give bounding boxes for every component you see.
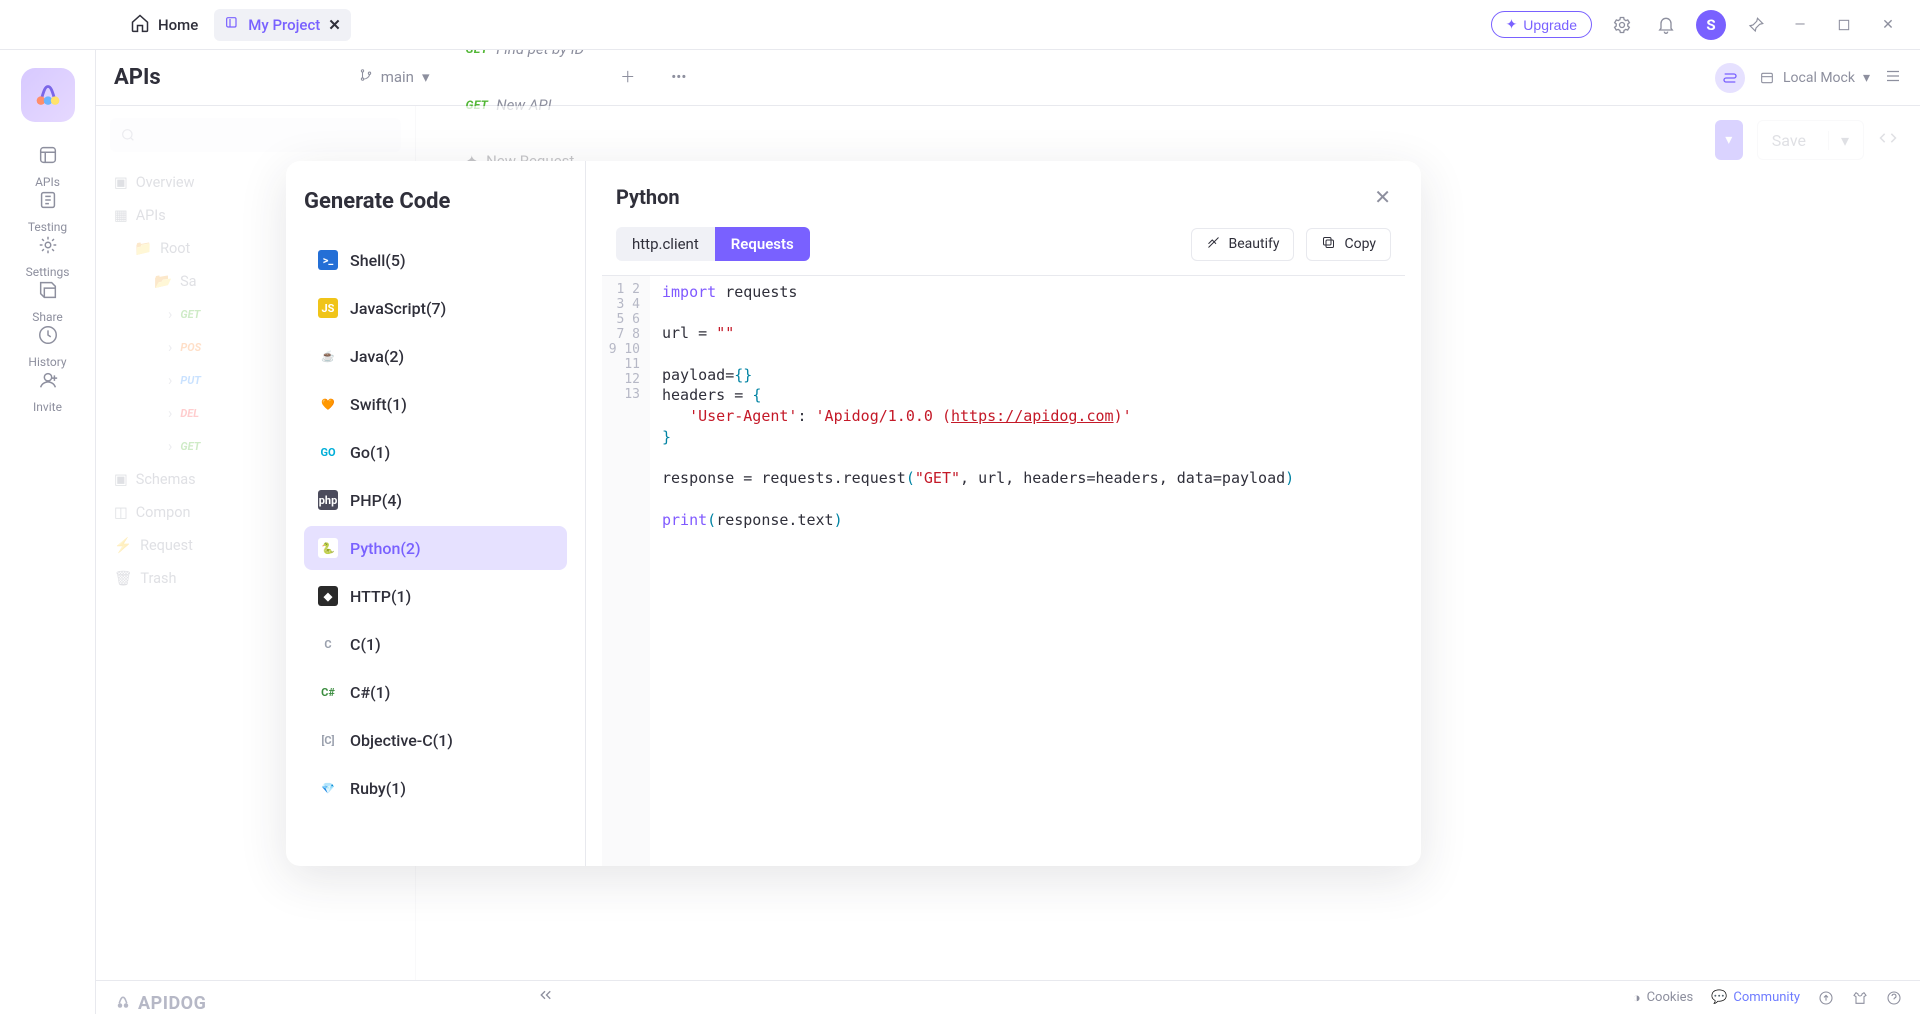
- community-link[interactable]: 💬 Community: [1711, 990, 1800, 1005]
- section-title: APIs: [114, 65, 161, 90]
- language-option[interactable]: CC(1): [304, 622, 567, 666]
- window-close-icon[interactable]: ✕: [1874, 11, 1902, 39]
- language-icon: ◆: [318, 586, 338, 606]
- language-option[interactable]: JSJavaScript(7): [304, 286, 567, 330]
- generate-code-modal: Generate Code >_Shell(5)JSJavaScript(7)☕…: [286, 161, 1421, 866]
- left-rail: APIsTestingSettingsShareHistoryInvite: [0, 50, 96, 1014]
- app-logo[interactable]: [21, 68, 75, 122]
- apis-icon: [37, 144, 59, 171]
- wand-icon: [1206, 235, 1221, 254]
- copy-icon: [1321, 235, 1336, 254]
- window-minimize-icon[interactable]: —: [1786, 11, 1814, 39]
- sparkle-icon: ✦: [1506, 16, 1518, 33]
- main-tabs: APIs main ▾ OverviewGETFind pet by IDGET…: [96, 50, 1920, 106]
- segment-option[interactable]: Requests: [715, 227, 810, 261]
- language-list-panel: Generate Code >_Shell(5)JSJavaScript(7)☕…: [286, 161, 586, 866]
- language-icon: JS: [318, 298, 338, 318]
- project-label: My Project: [248, 16, 320, 34]
- status-bar: APIDOG ◑ Cookies 💬 Community: [96, 980, 1920, 1014]
- modal-title: Generate Code: [304, 189, 567, 214]
- tab-more[interactable]: •••: [653, 50, 704, 106]
- upgrade-label: Upgrade: [1523, 17, 1577, 33]
- language-option[interactable]: phpPHP(4): [304, 478, 567, 522]
- home-icon: [130, 13, 150, 37]
- brand-watermark: APIDOG: [114, 993, 206, 1014]
- language-icon: ☕: [318, 346, 338, 366]
- project-icon: [224, 15, 240, 35]
- window-maximize-icon[interactable]: [1830, 11, 1858, 39]
- share-icon: [37, 279, 59, 306]
- language-icon: C#: [318, 682, 338, 702]
- home-label: Home: [158, 16, 198, 34]
- rail-item-testing[interactable]: Testing: [13, 189, 83, 234]
- language-icon: 🐍: [318, 538, 338, 558]
- cookies-link[interactable]: ◑ Cookies: [1633, 990, 1694, 1006]
- project-tab[interactable]: My Project ✕: [214, 9, 351, 41]
- language-icon: C: [318, 634, 338, 654]
- library-segment: http.clientRequests: [616, 227, 810, 261]
- user-avatar[interactable]: S: [1696, 10, 1726, 40]
- close-icon[interactable]: ✕: [328, 16, 341, 34]
- line-gutter: 1 2 3 4 5 6 7 8 9 10 11 12 13: [602, 276, 650, 866]
- rail-item-history[interactable]: History: [13, 324, 83, 369]
- tab-switcher[interactable]: [1715, 63, 1745, 93]
- language-option[interactable]: [C]Objective-C(1): [304, 718, 567, 762]
- main-panel: APIs main ▾ OverviewGETFind pet by IDGET…: [96, 50, 1920, 1014]
- code-body: import requests url = "" payload={} head…: [650, 276, 1405, 866]
- code-panel-title: Python: [616, 185, 680, 209]
- rail-item-share[interactable]: Share: [13, 279, 83, 324]
- settings-icon: [37, 234, 59, 261]
- copy-button[interactable]: Copy: [1306, 228, 1391, 261]
- testing-icon: [37, 189, 59, 216]
- language-icon: php: [318, 490, 338, 510]
- language-option[interactable]: 🐍Python(2): [304, 526, 567, 570]
- discord-icon: 💬: [1711, 990, 1727, 1005]
- help-icon[interactable]: [1886, 990, 1902, 1006]
- chevron-down-icon: ▾: [422, 68, 430, 86]
- code-editor[interactable]: 1 2 3 4 5 6 7 8 9 10 11 12 13 import req…: [602, 275, 1405, 866]
- rail-item-apis[interactable]: APIs: [13, 144, 83, 189]
- upgrade-button[interactable]: ✦ Upgrade: [1491, 11, 1592, 38]
- beautify-button[interactable]: Beautify: [1191, 228, 1295, 261]
- language-option[interactable]: GOGo(1): [304, 430, 567, 474]
- language-icon: [C]: [318, 730, 338, 750]
- tab-add[interactable]: ＋: [602, 50, 653, 106]
- language-option[interactable]: 💎Ruby(1): [304, 766, 567, 810]
- branch-selector[interactable]: main ▾: [341, 50, 448, 106]
- upload-icon[interactable]: [1818, 990, 1834, 1006]
- invite-icon: [37, 369, 59, 396]
- home-tab[interactable]: Home: [130, 13, 198, 37]
- main-content: ▣Overview▦APIs📁Root📂Sa›GET›POS›PUT›DEL›G…: [96, 106, 1920, 980]
- cookie-icon: ◑: [1633, 990, 1641, 1006]
- code-panel: Python ✕ http.clientRequests Beautify: [586, 161, 1421, 866]
- shirt-icon[interactable]: [1852, 990, 1868, 1006]
- collapse-sidebar-icon[interactable]: [536, 986, 554, 1008]
- rail-item-invite[interactable]: Invite: [13, 369, 83, 414]
- language-icon: 💎: [318, 778, 338, 798]
- bell-icon[interactable]: [1652, 11, 1680, 39]
- app-body: APIsTestingSettingsShareHistoryInvite AP…: [0, 50, 1920, 1014]
- pin-icon[interactable]: [1742, 11, 1770, 39]
- language-option[interactable]: ◆HTTP(1): [304, 574, 567, 618]
- menu-icon[interactable]: [1884, 67, 1902, 89]
- history-icon: [37, 324, 59, 351]
- title-bar: Home My Project ✕ ✦ Upgrade S — ✕: [0, 0, 1920, 50]
- language-option[interactable]: ☕Java(2): [304, 334, 567, 378]
- language-icon: >_: [318, 250, 338, 270]
- environment-selector[interactable]: Local Mock ▾: [1759, 70, 1870, 86]
- close-icon[interactable]: ✕: [1374, 185, 1391, 209]
- rail-item-settings[interactable]: Settings: [13, 234, 83, 279]
- language-icon: GO: [318, 442, 338, 462]
- language-option[interactable]: 🧡Swift(1): [304, 382, 567, 426]
- language-icon: 🧡: [318, 394, 338, 414]
- settings-icon[interactable]: [1608, 11, 1636, 39]
- language-option[interactable]: C#C#(1): [304, 670, 567, 714]
- chevron-down-icon: ▾: [1863, 70, 1870, 86]
- language-option[interactable]: >_Shell(5): [304, 238, 567, 282]
- segment-option[interactable]: http.client: [616, 227, 715, 261]
- branch-icon: [359, 68, 373, 86]
